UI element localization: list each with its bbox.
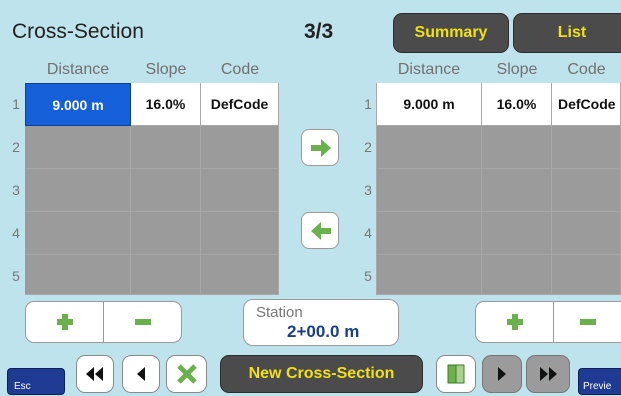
left-cell-distance[interactable] [25,169,131,212]
right-cell-slope[interactable] [482,169,552,212]
left-cell-distance[interactable] [25,126,131,169]
right-cell-code[interactable] [552,126,621,169]
row-number: 2 [12,139,20,155]
arrow-right-icon [311,139,331,157]
row-number: 5 [364,268,372,284]
double-right-icon [540,367,557,381]
left-cell-code[interactable] [201,255,279,295]
right-col-distance: Distance [397,61,461,78]
left-cell-distance[interactable] [25,255,131,295]
first-button[interactable] [76,355,114,393]
minus-icon [579,319,596,325]
right-cell-code[interactable] [552,169,621,212]
left-cell-distance[interactable]: 9.000 m [25,83,131,126]
left-col-slope: Slope [145,61,187,78]
left-cell-code[interactable] [201,169,279,212]
new-cross-section-button[interactable]: New Cross-Section [220,355,423,393]
row-number: 5 [12,268,20,284]
station-field[interactable]: Station 2+00.0 m [243,299,399,346]
preview-button[interactable]: Previe [578,368,621,395]
x-icon [176,364,197,384]
left-cell-slope[interactable] [131,169,201,212]
station-value: 2+00.0 m [287,322,360,341]
left-cell-slope[interactable] [131,212,201,255]
row-number: 1 [12,96,20,112]
right-col-slope: Slope [496,61,538,78]
move-right-button[interactable] [301,129,339,166]
preview-label: Previe [583,381,612,392]
right-cell-slope[interactable] [482,255,552,295]
right-cell-distance[interactable] [376,212,482,255]
right-cell-distance[interactable] [376,255,482,295]
left-cell-slope[interactable] [131,255,201,295]
right-cell-code[interactable]: DefCode [552,83,621,126]
right-cell-slope[interactable] [482,126,552,169]
row-number: 3 [12,182,20,198]
minus-icon [134,319,151,325]
row-number: 1 [364,96,372,112]
left-cell-distance[interactable] [25,212,131,255]
right-col-code: Code [567,61,606,78]
right-cell-code[interactable] [552,255,621,295]
row-number: 3 [364,182,372,198]
right-cell-slope[interactable]: 16.0% [482,83,552,126]
left-cell-code[interactable] [201,212,279,255]
left-cell-slope[interactable]: 16.0% [131,83,201,126]
plus-icon [506,314,523,330]
left-remove-row-button[interactable] [103,301,182,343]
page-title: Cross-Section [12,20,144,43]
summary-button[interactable]: Summary [393,13,509,53]
next-button[interactable] [482,355,522,393]
right-cell-distance[interactable]: 9.000 m [376,83,482,126]
right-cell-slope[interactable] [482,212,552,255]
move-left-button[interactable] [301,212,339,249]
plus-icon [56,314,73,330]
esc-label: Esc [14,381,31,392]
list-button[interactable]: List [513,13,621,53]
previous-button[interactable] [122,355,160,393]
arrow-left-icon [311,222,331,240]
row-number: 4 [12,225,20,241]
left-col-distance: Distance [46,61,110,78]
row-number: 2 [364,139,372,155]
right-cell-distance[interactable] [376,169,482,212]
left-col-code: Code [220,61,260,78]
left-cell-slope[interactable] [131,126,201,169]
left-add-row-button[interactable] [25,301,104,343]
left-cell-code[interactable]: DefCode [201,83,279,126]
last-button[interactable] [526,355,570,393]
left-triangle-icon [137,367,145,381]
row-number: 4 [364,225,372,241]
right-add-row-button[interactable] [475,301,554,343]
page-indicator: 3/3 [304,20,334,43]
right-cell-code[interactable] [552,212,621,255]
right-cell-distance[interactable] [376,126,482,169]
cancel-button[interactable] [166,355,207,393]
esc-button[interactable]: Esc [7,368,65,395]
right-triangle-icon [498,367,506,381]
right-remove-row-button[interactable] [553,301,621,343]
station-label: Station [256,304,303,321]
split-view-icon [447,364,465,384]
split-view-button[interactable] [436,355,476,393]
double-left-icon [86,367,103,381]
left-cell-code[interactable] [201,126,279,169]
